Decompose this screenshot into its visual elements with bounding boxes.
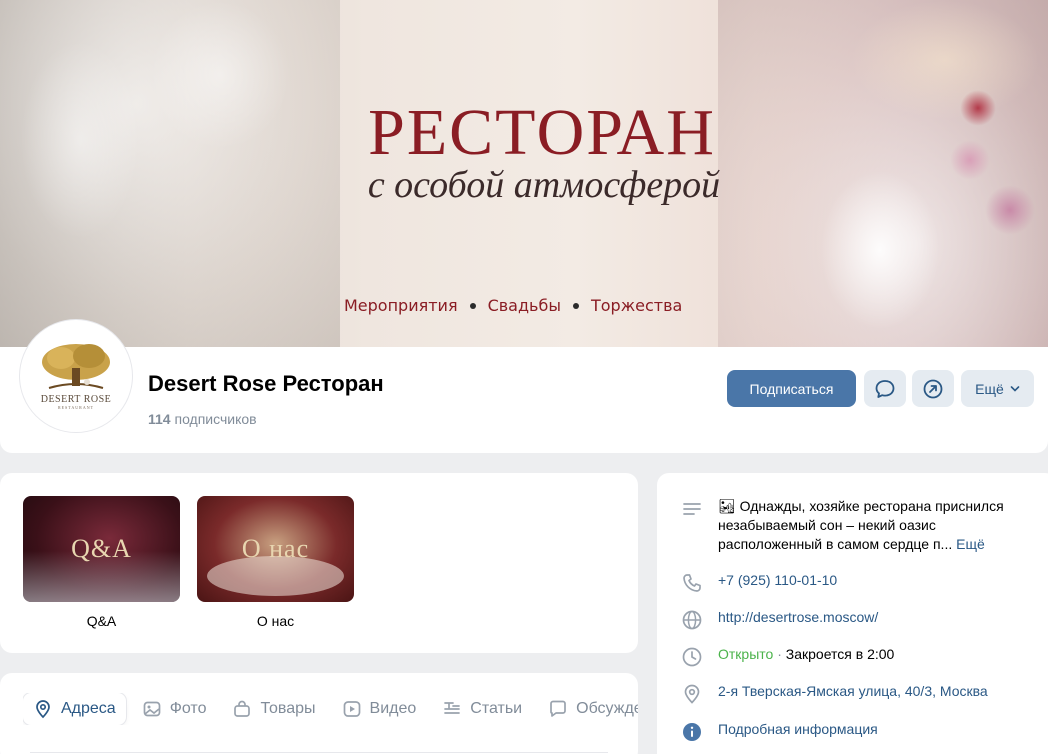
cover-subtitle: с особой атмосферой xyxy=(367,164,721,206)
map-pin-icon xyxy=(36,700,50,719)
tab-discussions[interactable]: Обсуждения xyxy=(538,693,638,725)
share-arrow-icon xyxy=(923,379,943,398)
map-pin-icon xyxy=(680,682,704,706)
tab-label: Обсуждения xyxy=(576,700,638,717)
logo-text: DESERT ROSE xyxy=(40,394,112,405)
clock-icon xyxy=(680,645,704,669)
subscribe-button[interactable]: Подписаться xyxy=(727,370,856,407)
album-cover-about[interactable]: О нас xyxy=(197,496,354,602)
subscribers-count[interactable]: 114 подписчиков xyxy=(148,411,257,427)
bullet-icon xyxy=(572,302,579,309)
video-icon xyxy=(343,701,360,717)
chat-bubble-icon xyxy=(875,379,895,398)
status-close-time: Закроется в 2:00 xyxy=(785,646,895,662)
subscribers-number: 114 xyxy=(148,411,171,427)
info-circle-icon xyxy=(680,720,704,744)
status-open: Открыто xyxy=(718,646,774,662)
tab-photos[interactable]: Фото xyxy=(132,693,217,725)
status-separator: · xyxy=(777,646,782,662)
album-cover-qa[interactable]: Q&A xyxy=(23,496,180,602)
cover-tag: Свадьбы xyxy=(487,296,561,315)
cover-tags: Мероприятия Свадьбы Торжества xyxy=(344,296,682,315)
tab-addresses[interactable]: Адреса xyxy=(23,693,126,725)
tab-articles[interactable]: Статьи xyxy=(432,693,532,725)
details-link[interactable]: Подробная информация xyxy=(718,720,1048,739)
info-phone: +7 (925) 110-01-10 xyxy=(680,571,1048,595)
album-cover-text: Q&A xyxy=(71,534,132,563)
tab-label: Товары xyxy=(260,700,316,717)
globe-icon xyxy=(680,608,704,632)
share-button[interactable] xyxy=(912,370,954,407)
more-button[interactable]: Ещё xyxy=(961,370,1034,407)
articles-icon xyxy=(444,702,461,714)
cover-tag: Торжества xyxy=(590,296,683,315)
logo-subtext: RESTAURANT xyxy=(57,405,95,410)
description-icon xyxy=(680,497,704,521)
chevron-down-icon xyxy=(1010,385,1020,392)
phone-link[interactable]: +7 (925) 110-01-10 xyxy=(718,571,1048,590)
tab-label: Статьи xyxy=(470,700,523,717)
tree-logo-icon xyxy=(42,344,110,389)
bullet-icon xyxy=(469,302,476,309)
bag-icon xyxy=(234,700,251,717)
cover-image: РЕСТОРАН с особой атмосферой Мероприятия… xyxy=(0,0,1048,347)
section-tabs: Адреса Фото Товары Видео Статьи Обсужд xyxy=(23,693,638,725)
description-emoji: 🏜 xyxy=(718,498,736,514)
tab-label: Фото xyxy=(169,700,207,717)
info-details: Подробная информация xyxy=(680,720,1048,744)
album-cover-text: О нас xyxy=(241,534,310,563)
cover-tag: Мероприятия xyxy=(344,296,458,315)
tab-label: Видео xyxy=(369,700,417,717)
tab-label: Адреса xyxy=(61,700,116,717)
divider xyxy=(30,752,608,753)
page-title: Desert Rose Ресторан xyxy=(148,371,384,396)
message-button[interactable] xyxy=(864,370,906,407)
info-hours[interactable]: Открыто · Закроется в 2:00 xyxy=(680,645,1048,669)
phone-icon xyxy=(680,571,704,595)
website-link[interactable]: http://desertrose.moscow/ xyxy=(718,608,1048,627)
description-more-link[interactable]: Ещё xyxy=(956,536,985,552)
subscribers-label: подписчиков xyxy=(174,411,257,427)
info-description: 🏜 Однажды, хозяйке ресторана приснился н… xyxy=(680,497,1040,554)
info-website: http://desertrose.moscow/ xyxy=(680,608,1048,632)
info-address: 2-я Тверская-Ямская улица, 40/3, Москва xyxy=(680,682,1048,706)
avatar[interactable]: DESERT ROSE RESTAURANT xyxy=(20,320,132,432)
tab-goods[interactable]: Товары xyxy=(222,693,325,725)
tab-videos[interactable]: Видео xyxy=(332,693,427,725)
discussion-icon xyxy=(550,700,566,717)
address-link[interactable]: 2-я Тверская-Ямская улица, 40/3, Москва xyxy=(718,682,1048,701)
album-label-about[interactable]: О нас xyxy=(197,613,354,629)
cover-title: РЕСТОРАН xyxy=(368,96,716,169)
album-label-qa[interactable]: Q&A xyxy=(23,613,180,629)
photo-icon xyxy=(143,701,161,717)
more-label: Ещё xyxy=(975,380,1004,397)
